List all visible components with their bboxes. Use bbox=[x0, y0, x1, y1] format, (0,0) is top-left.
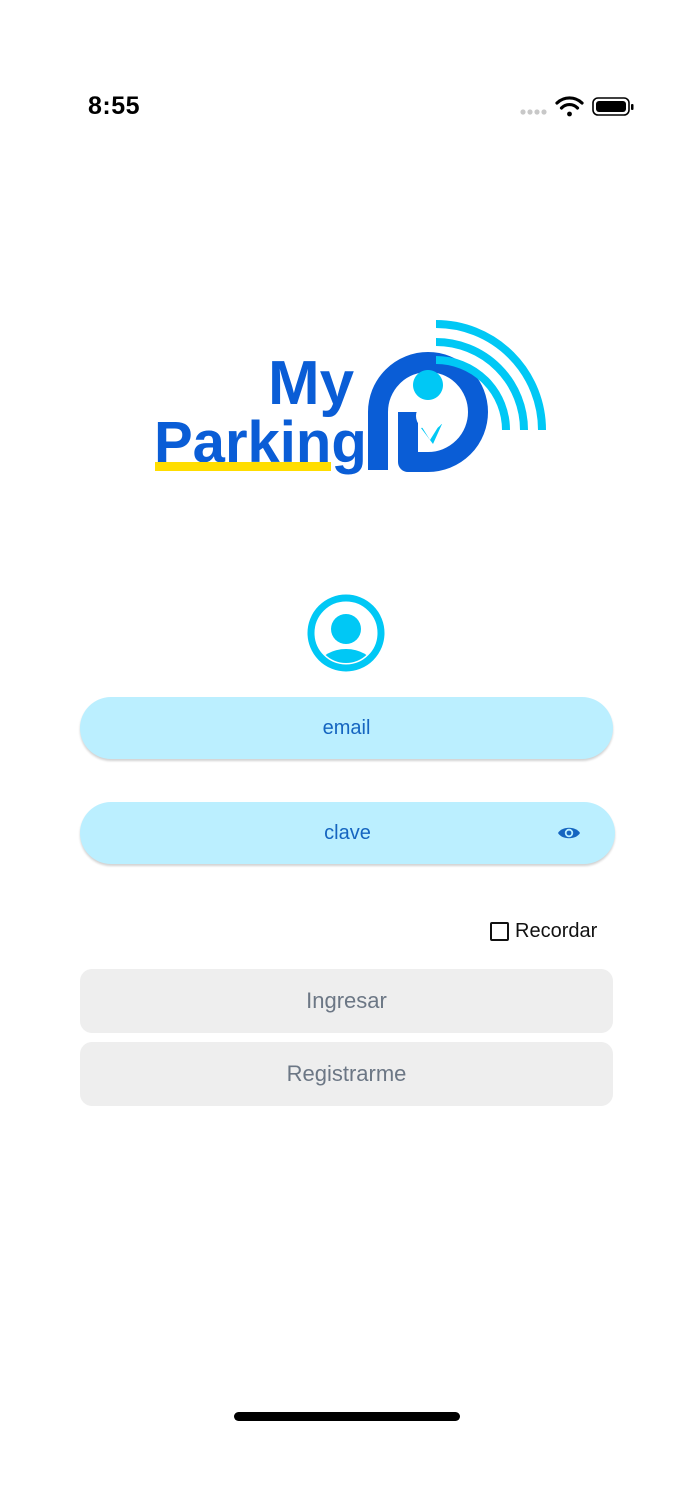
email-placeholder: email bbox=[322, 716, 371, 739]
email-field[interactable]: email bbox=[80, 697, 613, 759]
password-field[interactable]: clave bbox=[80, 802, 615, 864]
logo-underline bbox=[155, 462, 331, 471]
app-logo: My Parking bbox=[150, 300, 550, 480]
register-button-label: Registrarme bbox=[286, 1061, 407, 1086]
register-button[interactable]: Registrarme bbox=[80, 1042, 613, 1106]
remember-toggle[interactable]: Recordar bbox=[490, 918, 597, 944]
signal-icon bbox=[520, 109, 547, 115]
user-avatar-icon bbox=[306, 593, 386, 673]
remember-checkbox[interactable] bbox=[490, 921, 509, 941]
status-icons bbox=[518, 95, 638, 121]
remember-label: Recordar bbox=[515, 919, 598, 942]
status-bar: 8:55 bbox=[0, 0, 693, 130]
login-button-label: Ingresar bbox=[306, 988, 387, 1013]
status-time: 8:55 bbox=[88, 92, 141, 120]
wifi-icon bbox=[555, 96, 584, 117]
eye-icon[interactable] bbox=[557, 825, 581, 841]
logo-text-my: My bbox=[268, 349, 355, 418]
password-placeholder: clave bbox=[324, 821, 371, 844]
parking-p-icon bbox=[368, 352, 488, 472]
login-button[interactable]: Ingresar bbox=[80, 969, 613, 1033]
home-indicator[interactable] bbox=[234, 1412, 460, 1421]
battery-icon bbox=[592, 97, 634, 116]
